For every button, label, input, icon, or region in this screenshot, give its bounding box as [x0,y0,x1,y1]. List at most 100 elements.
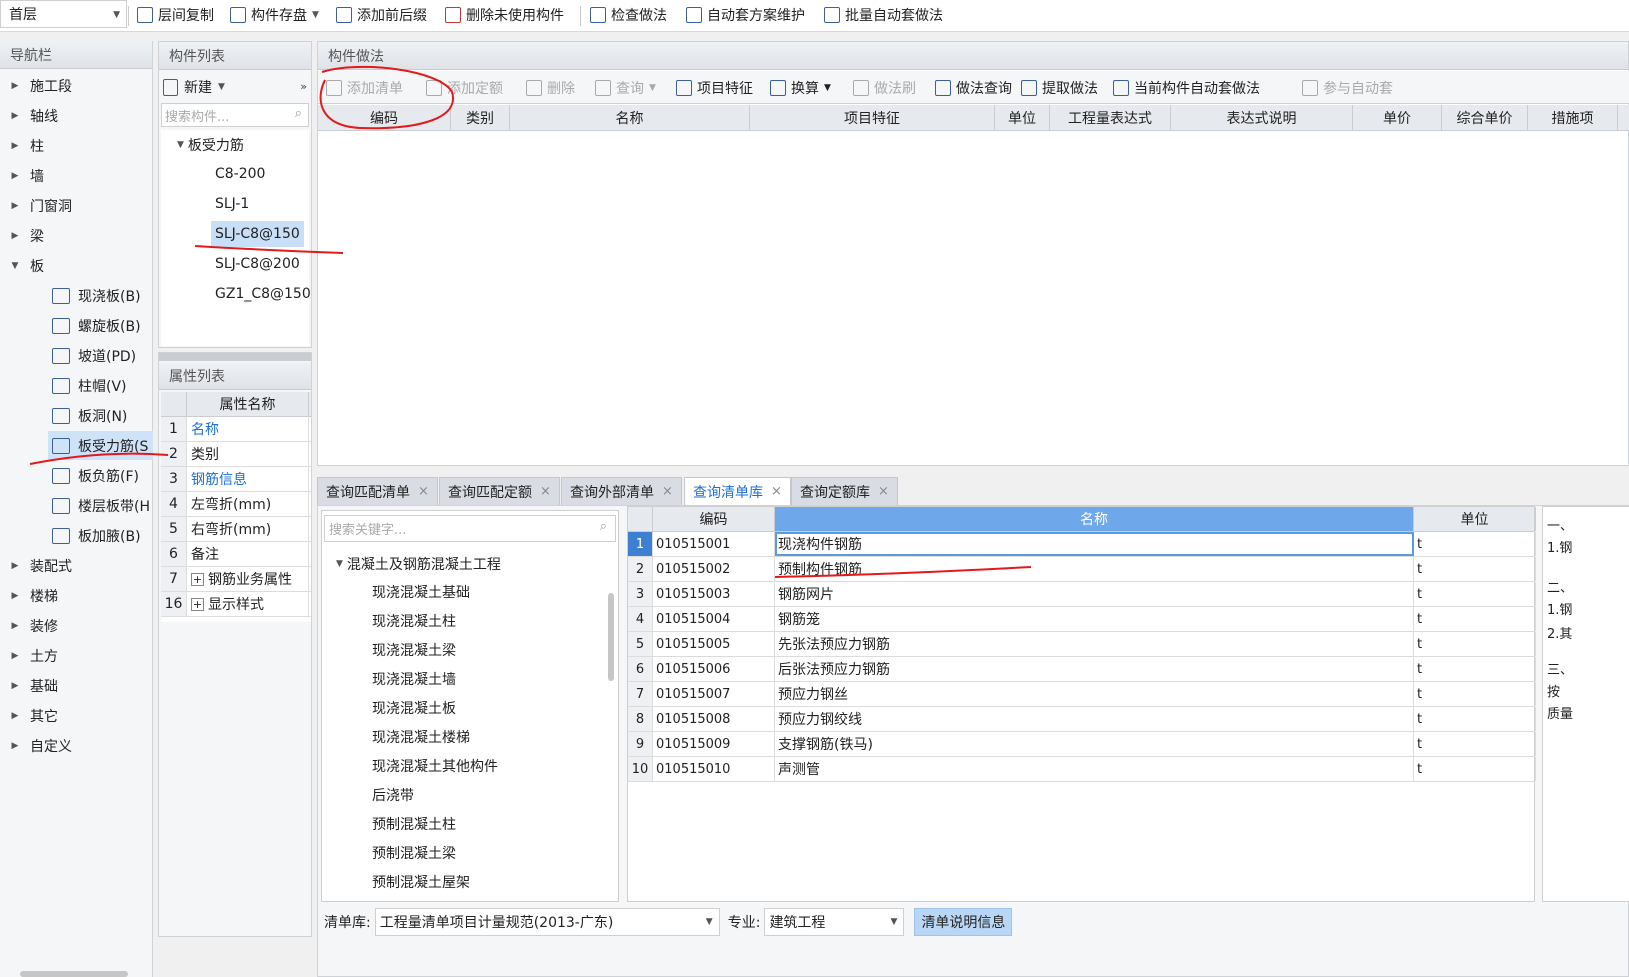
method-tool-button[interactable]: 项目特征 [676,75,753,101]
nav-item[interactable]: ▼ 板 [0,251,44,280]
component-item[interactable]: SLJ-C8@200 [211,251,304,277]
component-item[interactable]: C8-200 [211,161,269,187]
library-item[interactable]: 现浇混凝土基础 [372,578,470,606]
nav-sub-item[interactable]: 坡道(PD) [52,341,136,370]
table-row[interactable]: 2 010515002 预制构件钢筋 t [628,557,1536,582]
specialty-select[interactable]: 建筑工程 ▼ [764,908,905,936]
nav-item[interactable]: ▶ 其它 [0,701,58,730]
attribute-row[interactable]: 1 名称 [161,417,311,442]
nav-item[interactable]: ▶ 柱 [0,131,44,160]
library-select[interactable]: 工程量清单项目计量规范(2013-广东) ▼ [374,908,720,936]
tree-group[interactable]: ▼ 板受力筋 [177,132,244,158]
delete-unused-button[interactable]: 删除未使用构件 [445,2,564,28]
library-item[interactable]: 现浇混凝土柱 [372,607,456,635]
table-row[interactable]: 4 010515004 钢筋笼 t [628,607,1536,632]
method-tool-button[interactable]: 提取做法 [1021,75,1098,101]
expand-icon[interactable]: » [300,80,307,93]
nav-item[interactable]: ▶ 施工段 [0,71,72,100]
library-item[interactable]: 预制混凝土屋架 [372,868,470,896]
bottom-tab[interactable]: 查询清单库 × [684,477,791,505]
method-column-header[interactable]: 措施项 [1528,105,1618,130]
attribute-row[interactable]: 4 左弯折(mm) [161,492,311,517]
close-icon[interactable]: × [418,484,429,499]
new-button[interactable]: 新建 ▼ [163,75,225,99]
attribute-row[interactable]: 7 + 钢筋业务属性 [161,567,311,592]
table-row[interactable]: 3 010515003 钢筋网片 t [628,582,1536,607]
expand-plus-icon[interactable]: + [191,572,204,586]
floor-select[interactable]: 首层 ▼ [0,0,127,28]
method-column-header[interactable]: 名称 [510,105,750,130]
nav-item[interactable]: ▶ 墙 [0,161,44,190]
bottom-tab[interactable]: 查询匹配定额 × [439,477,560,505]
attribute-row[interactable]: 16 + 显示样式 [161,592,311,617]
auto-scheme-button[interactable]: 自动套方案维护 [686,2,805,28]
nav-sub-item[interactable]: 板洞(N) [52,401,127,430]
add-prefix-button[interactable]: 添加前后缀 [336,2,427,28]
method-tool-button[interactable]: 换算 ▼ [770,75,831,101]
nav-sub-item[interactable]: 板负筋(F) [52,461,139,490]
method-tool-button[interactable]: 删除 [526,75,575,101]
scrollbar[interactable] [20,971,128,977]
bottom-tab[interactable]: 查询匹配清单 × [317,477,438,505]
bottom-tab[interactable]: 查询外部清单 × [561,477,682,505]
expand-plus-icon[interactable]: + [191,597,204,611]
nav-item[interactable]: ▶ 轴线 [0,101,58,130]
method-column-header[interactable]: 单价 [1353,105,1442,130]
splitter[interactable] [159,353,311,361]
method-column-header[interactable]: 类别 [451,105,510,130]
method-column-header[interactable]: 项目特征 [750,105,995,130]
method-tool-button[interactable]: 添加定额 [426,75,503,101]
table-row[interactable]: 10 010515010 声测管 t [628,757,1536,782]
component-search-input[interactable]: 搜索构件... ⌕ [161,103,309,127]
nav-sub-item[interactable]: 楼层板带(H [52,491,150,520]
nav-item[interactable]: ▶ 梁 [0,221,44,250]
bottom-tab[interactable]: 查询定额库 × [791,477,898,505]
close-icon[interactable]: × [771,484,782,499]
nav-item[interactable]: ▶ 装修 [0,611,58,640]
library-item[interactable]: 现浇混凝土其他构件 [372,752,498,780]
method-column-header[interactable]: 编码 [318,105,451,130]
batch-auto-button[interactable]: 批量自动套做法 [824,2,943,28]
method-column-header[interactable]: 表达式说明 [1171,105,1353,130]
nav-sub-item[interactable]: 板受力筋(S [48,431,153,460]
nav-item[interactable]: ▶ 土方 [0,641,58,670]
close-icon[interactable]: × [878,484,889,499]
table-row[interactable]: 5 010515005 先张法预应力钢筋 t [628,632,1536,657]
check-method-button[interactable]: 检查做法 [590,2,667,28]
nav-item[interactable]: ▶ 门窗洞 [0,191,72,220]
attribute-row[interactable]: 2 类别 [161,442,311,467]
library-item[interactable]: 现浇混凝土楼梯 [372,723,470,751]
table-row[interactable]: 9 010515009 支撑钢筋(铁马) t [628,732,1536,757]
library-search-input[interactable]: 搜索关键字... ⌕ [324,515,616,542]
library-item[interactable]: 现浇混凝土板 [372,694,456,722]
scrollbar[interactable] [608,593,614,681]
nav-sub-item[interactable]: 现浇板(B) [52,281,141,310]
method-column-header[interactable]: 综合单价 [1442,105,1528,130]
table-row[interactable]: 7 010515007 预应力钢丝 t [628,682,1536,707]
nav-item[interactable]: ▶ 楼梯 [0,581,58,610]
attribute-row[interactable]: 3 钢筋信息 [161,467,311,492]
table-row[interactable]: 6 010515006 后张法预应力钢筋 t [628,657,1536,682]
attribute-row[interactable]: 6 备注 [161,542,311,567]
attribute-row[interactable]: 5 右弯折(mm) [161,517,311,542]
nav-sub-item[interactable]: 板加腋(B) [52,521,141,550]
library-item[interactable]: 预制混凝土柱 [372,810,456,838]
component-item[interactable]: SLJ-1 [211,191,253,217]
close-icon[interactable]: × [540,484,551,499]
component-item[interactable]: GZ1_C8@150 [211,281,315,307]
library-item[interactable]: 预制混凝土梁 [372,839,456,867]
nav-sub-item[interactable]: 柱帽(V) [52,371,127,400]
method-tool-button[interactable]: 参与自动套 [1302,75,1393,101]
table-row[interactable]: 8 010515008 预应力钢绞线 t [628,707,1536,732]
copy-floor-button[interactable]: 层间复制 [137,2,214,28]
table-row[interactable]: 1 010515001 现浇构件钢筋 t [628,532,1536,557]
library-item[interactable]: 后浇带 [372,781,414,809]
nav-item[interactable]: ▶ 自定义 [0,731,72,760]
close-icon[interactable]: × [662,484,673,499]
method-column-header[interactable]: 工程量表达式 [1050,105,1171,130]
method-tool-button[interactable]: 查询 ▼ [595,75,656,101]
nav-item[interactable]: ▶ 基础 [0,671,58,700]
method-column-header[interactable]: 单位 [995,105,1050,130]
tree-root[interactable]: ▼ 混凝土及钢筋混凝土工程 [336,549,501,578]
library-item[interactable]: 现浇混凝土梁 [372,636,456,664]
